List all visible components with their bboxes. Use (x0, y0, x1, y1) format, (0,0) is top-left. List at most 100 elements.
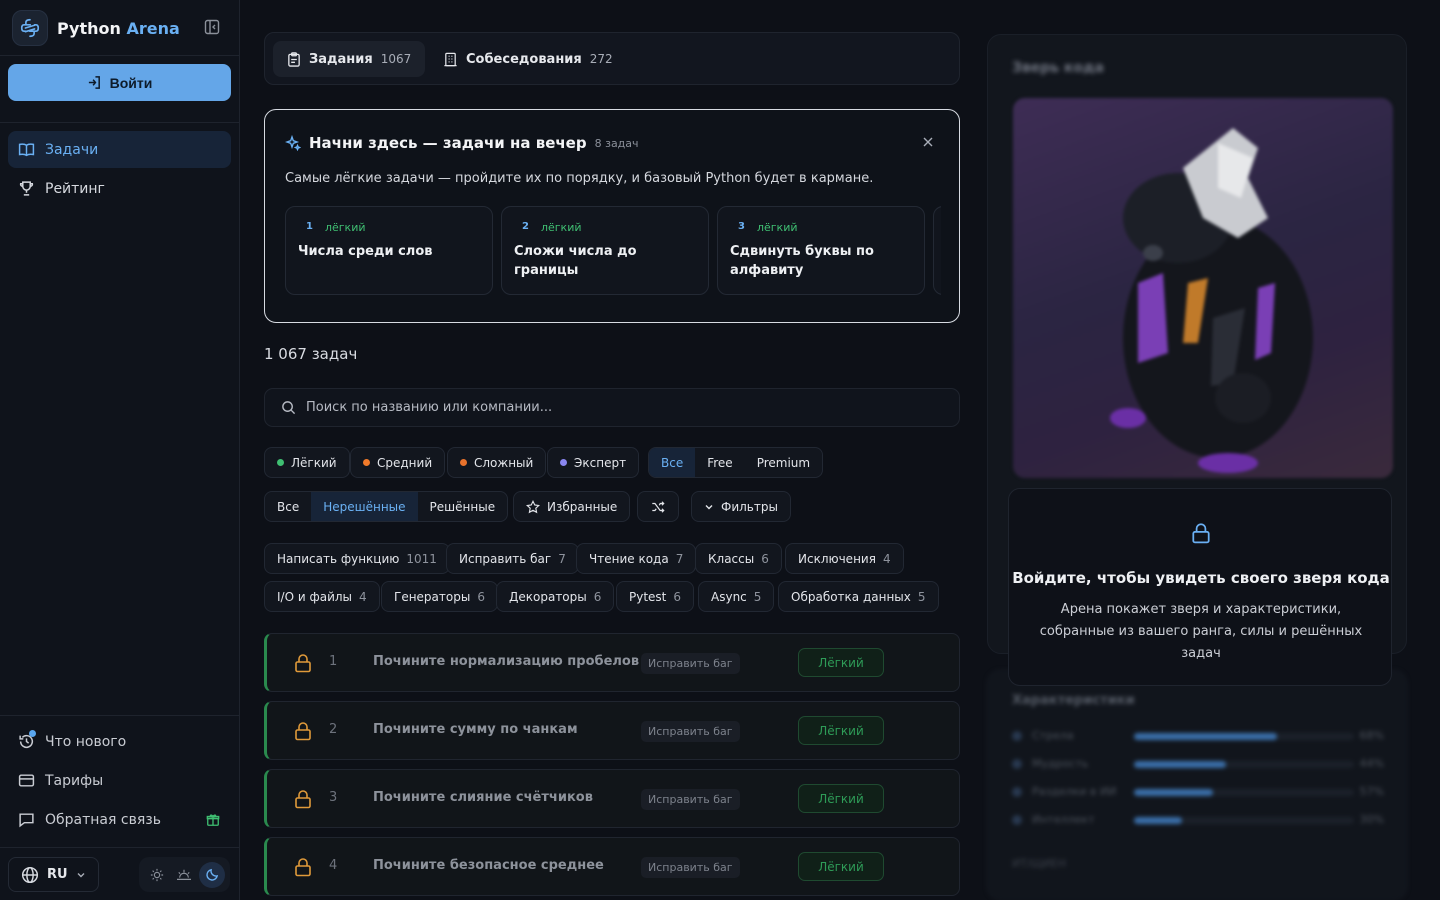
chip-count: 1011 (406, 551, 437, 566)
filters-button[interactable]: Фильтры (691, 491, 791, 522)
stat-fill (1134, 761, 1226, 768)
category-fix-bug[interactable]: Исправить баг 7 (446, 543, 579, 574)
status-filter: Все Нерешённые Решённые (264, 491, 509, 522)
category-code-reading[interactable]: Чтение кода 7 (576, 543, 697, 574)
starter-task-card[interactable]: 2 лёгкий Сложи числа до границы (501, 206, 709, 295)
status-solved[interactable]: Решённые (418, 492, 508, 521)
favorites-button[interactable]: Избранные (513, 491, 631, 522)
access-filter: Все Free Premium (648, 447, 824, 478)
category-io-files[interactable]: I/O и файлы 4 (264, 581, 380, 612)
tab-interviews[interactable]: Собеседования 272 (429, 41, 627, 77)
chip-label: Генераторы (394, 589, 471, 604)
python-logo-icon (12, 10, 48, 46)
starter-task-name: Сложи числа до границы (514, 244, 637, 278)
stat-name: Разделки в ИИ (1032, 785, 1117, 798)
starter-task-level: лёгкий (756, 221, 798, 234)
category-exceptions[interactable]: Исключения 4 (785, 543, 904, 574)
chip-label: I/O и файлы (277, 589, 353, 604)
language-select[interactable]: RU (8, 857, 99, 892)
task-title: Почините сумму по чанкам (373, 722, 578, 737)
divider (0, 122, 240, 123)
filter-hard[interactable]: Сложный (447, 447, 547, 478)
task-index: 3 (329, 790, 338, 805)
chip-label: Обработка данных (791, 589, 911, 604)
theme-sunset-button[interactable] (171, 862, 197, 888)
chip-label: Чтение кода (589, 551, 669, 566)
stat-dot (1012, 787, 1022, 797)
access-premium[interactable]: Premium (745, 448, 822, 477)
nav-label: Обратная связь (45, 811, 161, 828)
globe-icon (21, 866, 39, 883)
starter-task-number: 1 (306, 221, 313, 232)
tab-tasks[interactable]: Задания 1067 (273, 41, 426, 77)
brand[interactable]: Python Arena (12, 10, 180, 46)
notification-dot (29, 730, 36, 737)
sidebar-collapse-icon[interactable] (204, 19, 221, 36)
nav-item-feedback[interactable]: Обратная связь (8, 801, 231, 838)
category-async[interactable]: Async 5 (698, 581, 775, 612)
lock-icon (295, 722, 311, 741)
filter-medium[interactable]: Средний (350, 447, 446, 478)
starter-task-level: лёгкий (540, 221, 582, 234)
chip-label: Async (711, 589, 747, 604)
status-all[interactable]: Все (265, 492, 311, 521)
login-button[interactable]: Войти (8, 64, 231, 101)
starter-task-name: Сдвинуть буквы по алфавиту (730, 244, 874, 278)
chevron-down-icon (77, 872, 85, 877)
theme-switcher (139, 857, 230, 892)
tabs-bar: Задания 1067 Собеседования 272 (264, 32, 960, 85)
task-row[interactable]: 1 Почините нормализацию пробелов Исправи… (264, 633, 960, 692)
search-input[interactable] (306, 400, 906, 415)
chevron-down-icon (705, 504, 713, 509)
access-all[interactable]: Все (649, 448, 696, 477)
category-pytest[interactable]: Pytest 6 (616, 581, 695, 612)
filter-easy[interactable]: Лёгкий (264, 447, 350, 478)
nav-item-pricing[interactable]: Тарифы (8, 762, 231, 799)
category-write-function[interactable]: Написать функцию 1011 (264, 543, 450, 574)
access-free[interactable]: Free (695, 448, 744, 477)
nav-item-tasks[interactable]: Задачи (8, 131, 231, 168)
starter-task-number: 3 (738, 221, 745, 232)
category-classes[interactable]: Классы 6 (695, 543, 782, 574)
chip-label: Классы (708, 551, 755, 566)
moon-icon (205, 868, 218, 881)
theme-dark-button[interactable] (199, 861, 226, 888)
nav-item-rating[interactable]: Рейтинг (8, 170, 231, 207)
stats-footer: ИТ/ЩИЕН (1012, 857, 1067, 870)
language-label: RU (47, 867, 68, 882)
task-category-tag: Исправить баг (641, 721, 740, 742)
category-generators[interactable]: Генераторы 6 (381, 581, 498, 612)
task-level-badge: Лёгкий (798, 716, 884, 745)
nav-item-whats-new[interactable]: Что нового (8, 723, 231, 760)
starter-task-card[interactable] (933, 206, 941, 295)
task-title: Почините слияние счётчиков (373, 790, 593, 805)
sidebar: Python Arena Войти Задачи Рейтинг Что но… (0, 0, 240, 900)
start-title: Начни здесь — задачи на вечер 8 задач (285, 134, 639, 152)
filter-expert[interactable]: Эксперт (547, 447, 640, 478)
theme-light-button[interactable] (144, 862, 170, 888)
task-row[interactable]: 2 Почините сумму по чанкам Исправить баг… (264, 701, 960, 760)
category-decorators[interactable]: Декораторы 6 (496, 581, 615, 612)
status-unsolved[interactable]: Нерешённые (311, 492, 418, 521)
medium-dot (363, 459, 370, 466)
stat-name: Стрела (1032, 729, 1074, 742)
chip-label: Средний (377, 455, 433, 470)
tab-count: 272 (589, 52, 613, 66)
chip-label: Фильтры (721, 499, 778, 514)
shuffle-button[interactable] (637, 491, 679, 522)
start-here-card: Начни здесь — задачи на вечер 8 задач Са… (264, 109, 960, 323)
category-data-processing[interactable]: Обработка данных 5 (778, 581, 939, 612)
task-index: 2 (329, 722, 338, 737)
code-beast-panel: Зверь кода Характеристики Стрела 68% Муд… (985, 32, 1410, 900)
starter-tasks-carousel: 1 лёгкий Числа среди слов 2 лёгкий Сложи ч… (285, 206, 941, 296)
starter-task-card[interactable]: 1 лёгкий Числа среди слов (285, 206, 493, 295)
close-icon[interactable] (923, 136, 933, 151)
chip-count: 6 (673, 589, 682, 604)
task-row[interactable]: 3 Почините слияние счётчиков Исправить б… (264, 769, 960, 828)
chip-count: 6 (593, 589, 602, 604)
task-row[interactable]: 4 Почините безопасное среднее Исправить … (264, 837, 960, 896)
stat-fill (1134, 733, 1277, 740)
starter-task-card[interactable]: 3 лёгкий Сдвинуть буквы по алфавиту (717, 206, 925, 295)
task-level-badge: Лёгкий (798, 648, 884, 677)
nav-label: Рейтинг (45, 180, 105, 197)
